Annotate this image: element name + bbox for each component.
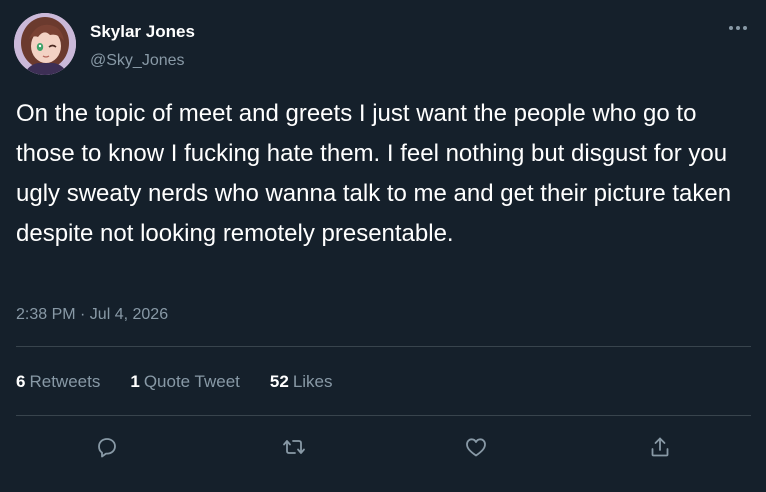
- retweet-button[interactable]: [277, 430, 311, 464]
- user-handle[interactable]: @Sky_Jones: [90, 52, 185, 70]
- likes-count: 52: [269, 372, 289, 391]
- more-options-button[interactable]: [722, 14, 754, 42]
- more-icon: [729, 26, 747, 30]
- divider: [16, 415, 751, 416]
- share-button[interactable]: [643, 430, 677, 464]
- like-button[interactable]: [459, 430, 493, 464]
- action-bar: [0, 430, 766, 464]
- display-name[interactable]: Skylar Jones: [90, 22, 195, 42]
- avatar-image: [14, 13, 76, 75]
- quote-tweets-stat[interactable]: 1 Quote Tweet: [130, 372, 240, 392]
- likes-label: Likes: [292, 372, 333, 391]
- reply-icon: [98, 438, 116, 458]
- divider: [16, 346, 751, 347]
- likes-stat[interactable]: 52 Likes: [270, 372, 333, 392]
- avatar[interactable]: [14, 13, 76, 75]
- like-icon: [466, 438, 486, 457]
- tweet-stats: 6 Retweets 1 Quote Tweet 52 Likes: [16, 372, 363, 392]
- retweet-icon: [283, 440, 305, 454]
- retweets-count: 6: [16, 372, 26, 391]
- retweets-label: Retweets: [29, 372, 101, 391]
- tweet-text: On the topic of meet and greets I just w…: [16, 100, 732, 247]
- retweets-stat[interactable]: 6 Retweets: [16, 372, 100, 392]
- share-icon: [651, 437, 669, 457]
- tweet-timestamp[interactable]: 2:38 PM · Jul 4, 2026: [16, 306, 168, 324]
- reply-button[interactable]: [90, 430, 124, 464]
- quote-tweets-label: Quote Tweet: [143, 372, 240, 391]
- tweet-card: Skylar Jones @Sky_Jones On the topic of …: [0, 0, 766, 492]
- quote-tweets-count: 1: [130, 372, 140, 391]
